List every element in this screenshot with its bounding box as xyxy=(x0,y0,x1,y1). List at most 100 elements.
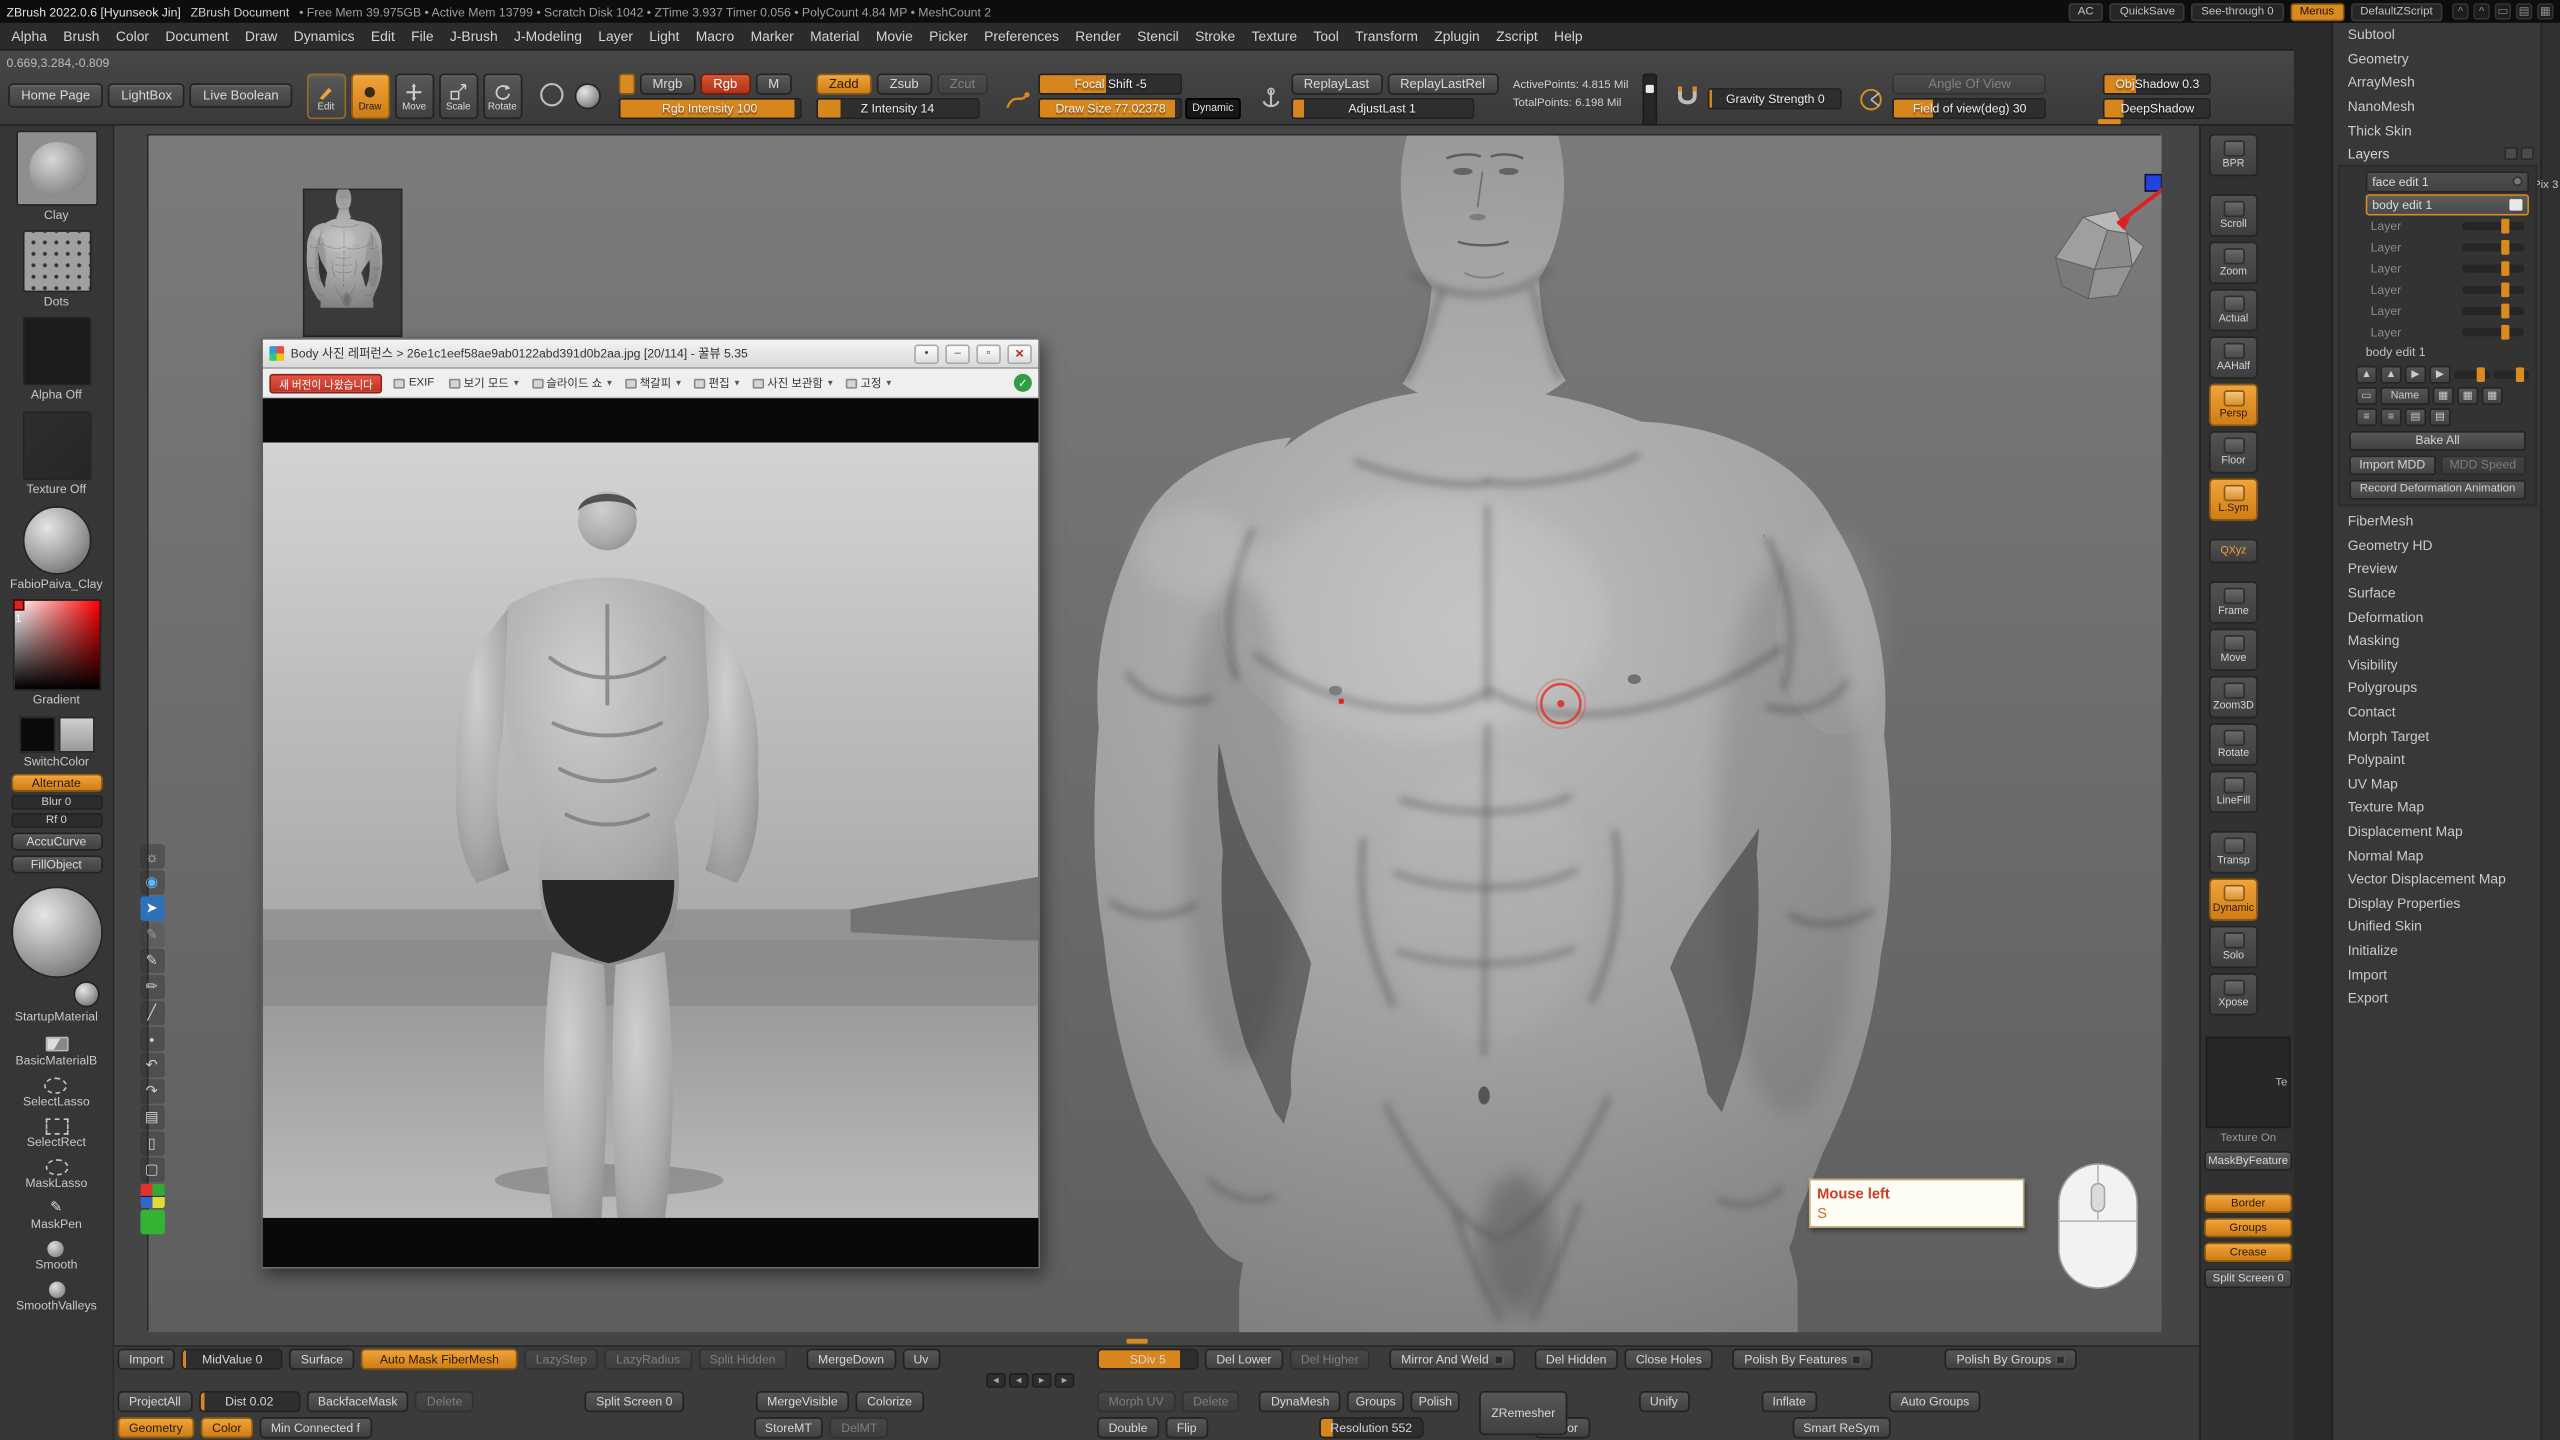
zcut-toggle[interactable]: Zcut xyxy=(937,73,989,94)
uv-button[interactable]: Uv xyxy=(902,1349,940,1370)
nav-button[interactable]: Home Page xyxy=(8,83,103,107)
paint-swatch[interactable] xyxy=(618,73,634,94)
layer-list-icon[interactable]: ≡ xyxy=(2380,408,2401,426)
maximize-button[interactable]: ▫ xyxy=(976,344,1000,364)
layer-intensity-slider[interactable] xyxy=(2462,223,2524,231)
inflate-slider[interactable]: Inflate xyxy=(1761,1391,1817,1412)
secondary-material-sphere[interactable] xyxy=(73,981,99,1007)
replay-anchor-icon[interactable] xyxy=(1255,84,1286,115)
menu-item[interactable]: Transform xyxy=(1355,28,1418,44)
split-hidden-button[interactable]: Split Hidden xyxy=(698,1349,787,1370)
dynamesh-button[interactable]: DynaMesh xyxy=(1260,1391,1341,1412)
palette-section[interactable]: Geometry HD xyxy=(2333,533,2540,557)
import-button[interactable]: Import xyxy=(118,1349,176,1370)
layers-section-header[interactable]: Layers xyxy=(2333,142,2540,165)
draw-size-slider[interactable]: Draw Size 77.02378 xyxy=(1039,98,1183,119)
rotate-mode-button[interactable]: Rotate xyxy=(483,73,522,119)
layer-up-icon[interactable]: ▲ xyxy=(2380,366,2401,384)
layer-list-icon[interactable]: ≡ xyxy=(2356,408,2377,426)
dynamesh-polish-toggle[interactable]: Polish xyxy=(1410,1391,1460,1412)
qxyz-button[interactable]: QXyz xyxy=(2209,539,2258,563)
accucurve-button[interactable]: AccuCurve xyxy=(11,833,102,851)
del-lower-button[interactable]: Del Lower xyxy=(1205,1349,1283,1370)
palette-section[interactable]: Geometry xyxy=(2333,47,2540,71)
menu-item[interactable]: J-Modeling xyxy=(514,28,582,44)
fillobject-button[interactable]: FillObject xyxy=(11,856,102,874)
palette-section[interactable]: Displacement Map xyxy=(2333,819,2540,843)
zoom3d-button[interactable]: Zoom3D xyxy=(2209,676,2258,718)
pen-off-icon[interactable]: ✎ xyxy=(140,922,164,946)
measure-icon[interactable]: ╱ xyxy=(140,1001,164,1025)
layer-grid-icon[interactable]: ▦ xyxy=(2457,387,2478,405)
midvalue-slider[interactable]: MidValue 0 xyxy=(182,1349,283,1370)
polish-by-features-slider[interactable]: Polish By Features xyxy=(1733,1349,1873,1370)
mergevisible-button[interactable]: MergeVisible xyxy=(756,1391,849,1412)
menu-item[interactable]: Picker xyxy=(929,28,968,44)
palette-section[interactable]: Normal Map xyxy=(2333,843,2540,867)
slideshow-menu[interactable]: 슬라이드 쇼 ▼ xyxy=(532,375,614,391)
material-sphere-icon[interactable] xyxy=(572,80,603,111)
swatch-green-icon[interactable] xyxy=(140,1210,164,1234)
layer-intensity-slider[interactable] xyxy=(2462,265,2524,273)
layer-grid-icon[interactable]: ▦ xyxy=(2482,387,2503,405)
gravity-strength-slider[interactable]: Gravity Strength 0 xyxy=(1708,88,1842,109)
switch-color-control[interactable] xyxy=(19,717,94,753)
collapse-tray-icon[interactable]: ^ xyxy=(2452,3,2468,19)
palette-section[interactable]: Display Properties xyxy=(2333,891,2540,915)
menu-item[interactable]: Texture xyxy=(1252,28,1298,44)
lazyradius-slider[interactable]: LazyRadius xyxy=(605,1349,692,1370)
record-dot-icon[interactable] xyxy=(2513,177,2523,187)
layer-row-empty[interactable]: Layer xyxy=(2366,260,2529,280)
edit-mode-button[interactable]: Edit xyxy=(306,73,345,119)
print-icon[interactable]: ▤ xyxy=(140,1105,164,1129)
ac-button[interactable]: AC xyxy=(2068,2,2103,20)
menu-item[interactable]: Stroke xyxy=(1195,28,1235,44)
layer-row-empty[interactable]: Layer xyxy=(2366,281,2529,301)
cursor-tool-icon[interactable]: ➤ xyxy=(140,896,164,920)
menu-item[interactable]: Zscript xyxy=(1496,28,1538,44)
update-notice-button[interactable]: 새 버전이 나왔습니다 xyxy=(269,373,382,393)
persp-toggle[interactable]: Persp xyxy=(2209,384,2258,426)
double-toggle[interactable]: Double xyxy=(1097,1417,1159,1438)
delete-uv-button[interactable]: Delete xyxy=(1182,1391,1240,1412)
border-toggle[interactable]: Border xyxy=(2204,1193,2292,1213)
unify-button[interactable]: Unify xyxy=(1638,1391,1689,1412)
brightness-icon[interactable]: ☼ xyxy=(140,844,164,868)
tray-notch[interactable] xyxy=(1127,1339,1148,1344)
layer-row-body-edit[interactable]: body edit 1 xyxy=(2366,194,2529,215)
secondary-color-swatch[interactable] xyxy=(58,717,94,753)
layer-intensity-slider[interactable] xyxy=(2462,244,2524,252)
transparency-toggle[interactable]: Transp xyxy=(2209,831,2258,873)
lazystep-slider[interactable]: LazyStep xyxy=(524,1349,598,1370)
objshadow-slider[interactable]: ObjShadow 0.3 xyxy=(2104,73,2212,94)
menus-toggle[interactable]: Menus xyxy=(2290,2,2344,20)
layer-row-empty[interactable]: Layer xyxy=(2366,217,2529,237)
layer-intensity-slider[interactable] xyxy=(2462,286,2524,294)
split-screen-slider[interactable]: Split Screen 0 xyxy=(2204,1269,2292,1289)
move-mode-button[interactable]: Move xyxy=(395,73,434,119)
pin-menu[interactable]: 고정 ▼ xyxy=(846,375,893,391)
tray-notch[interactable] xyxy=(2098,119,2121,124)
undo-icon[interactable]: ↶ xyxy=(140,1053,164,1077)
zadd-toggle[interactable]: Zadd xyxy=(816,73,872,94)
sidebar-item-smooth[interactable]: Smooth xyxy=(35,1239,77,1272)
palette-section[interactable]: Subtool xyxy=(2333,23,2540,47)
menu-item[interactable]: Dynamics xyxy=(294,28,355,44)
delmt-button[interactable]: DelMT xyxy=(830,1417,889,1438)
palette-section[interactable]: Visibility xyxy=(2333,652,2540,676)
layout-icon[interactable]: ▭ xyxy=(2495,3,2511,19)
menu-item[interactable]: Brush xyxy=(63,28,99,44)
layer-slider-a[interactable] xyxy=(2454,371,2490,379)
mrgb-toggle[interactable]: Mrgb xyxy=(639,73,695,94)
geometry-toggle[interactable]: Geometry xyxy=(118,1417,195,1438)
tray-divider[interactable] xyxy=(2294,23,2333,1440)
tray-scrollbar[interactable] xyxy=(2540,23,2560,1440)
groups-toggle[interactable]: Groups xyxy=(2204,1218,2292,1238)
auto-mask-fibermesh-toggle[interactable]: Auto Mask FiberMesh xyxy=(361,1349,518,1370)
menu-item[interactable]: Layer xyxy=(598,28,633,44)
edit-menu[interactable]: 편집 ▼ xyxy=(694,375,741,391)
bpr-button[interactable]: BPR xyxy=(2209,134,2258,176)
layer-name-button[interactable]: Name xyxy=(2380,387,2429,405)
color-toggle[interactable]: Color xyxy=(201,1417,253,1438)
menu-item[interactable]: Render xyxy=(1075,28,1121,44)
